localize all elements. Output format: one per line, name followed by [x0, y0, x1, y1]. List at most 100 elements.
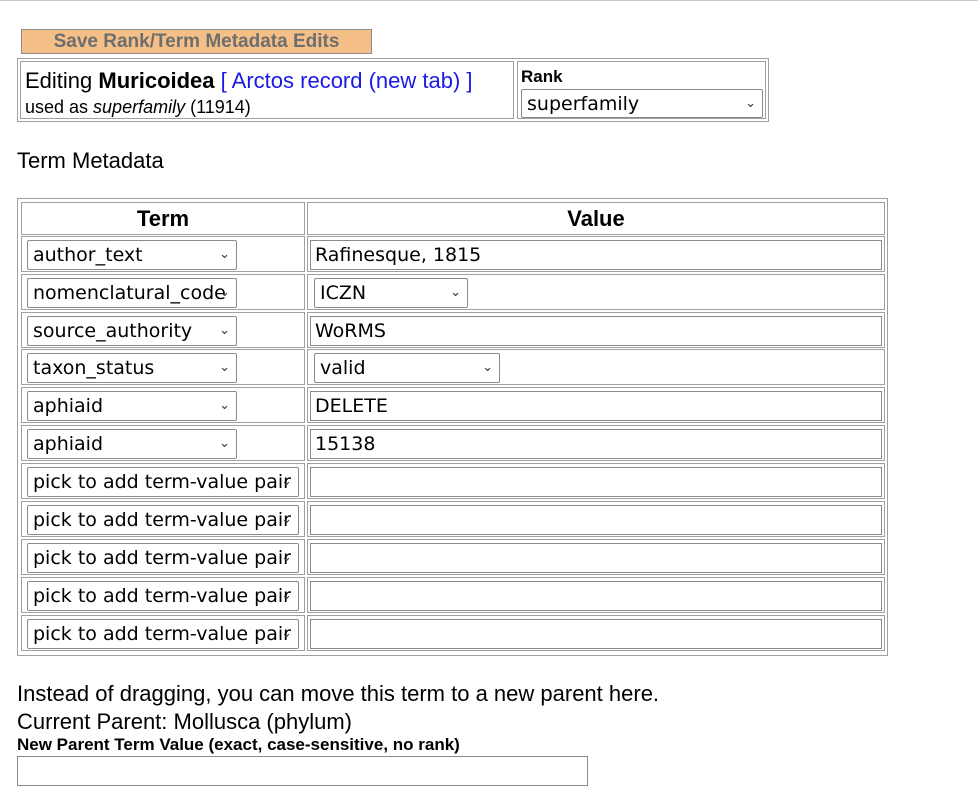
- value-input[interactable]: DELETE: [310, 391, 882, 421]
- value-cell: Rafinesque, 1815: [307, 236, 885, 272]
- editing-prefix: Editing: [25, 68, 99, 93]
- term-name: Muricoidea: [98, 68, 215, 93]
- value-select[interactable]: ICZN ⌄: [314, 278, 468, 308]
- used-as-rank: superfamily: [93, 97, 186, 117]
- term-select-value: aphiaid: [33, 433, 104, 455]
- table-row: aphiaid ⌄ DELETE: [21, 387, 885, 423]
- chevron-down-icon: ⌄: [219, 247, 230, 262]
- chevron-down-icon: ⌄: [281, 626, 292, 641]
- term-select[interactable]: source_authority ⌄: [27, 316, 237, 346]
- table-row: taxon_status ⌄ valid ⌄: [21, 349, 885, 385]
- term-select-value: aphiaid: [33, 395, 104, 417]
- value-input[interactable]: WoRMS: [310, 316, 882, 346]
- chevron-down-icon: ⌄: [450, 285, 461, 300]
- term-select[interactable]: author_text ⌄: [27, 240, 237, 270]
- table-row: pick to add term-value pair ⌄: [21, 539, 885, 575]
- section-title: Term Metadata: [17, 148, 164, 173]
- rank-select-value: superfamily: [527, 93, 640, 115]
- term-select-value: nomenclatural_code: [33, 282, 226, 304]
- term-select[interactable]: pick to add term-value pair ⌄: [27, 467, 299, 497]
- value-cell: [307, 615, 885, 651]
- term-select-value: pick to add term-value pair: [33, 623, 291, 645]
- value-input[interactable]: 15138: [310, 429, 882, 459]
- term-select[interactable]: taxon_status ⌄: [27, 353, 237, 383]
- table-row: nomenclatural_code ⌄ ICZN ⌄: [21, 274, 885, 310]
- table-row: pick to add term-value pair ⌄: [21, 501, 885, 537]
- value-cell: 15138: [307, 425, 885, 461]
- used-as-prefix: used as: [25, 97, 94, 117]
- value-cell: WoRMS: [307, 312, 885, 348]
- term-select-value: source_authority: [33, 320, 193, 342]
- term-select-value: pick to add term-value pair: [33, 547, 291, 569]
- chevron-down-icon: ⌄: [281, 474, 292, 489]
- value-input[interactable]: [310, 505, 882, 535]
- new-parent-label: New Parent Term Value (exact, case-sensi…: [17, 735, 460, 754]
- arctos-record-link[interactable]: [ Arctos record (new tab) ]: [221, 68, 473, 93]
- value-input[interactable]: [310, 581, 882, 611]
- table-row: author_text ⌄ Rafinesque, 1815: [21, 236, 885, 272]
- term-select-value: pick to add term-value pair: [33, 471, 291, 493]
- term-cell: aphiaid ⌄: [21, 425, 305, 461]
- chevron-down-icon: ⌄: [219, 436, 230, 451]
- term-cell: pick to add term-value pair ⌄: [21, 539, 305, 575]
- used-as-line: used as superfamily (11914): [25, 97, 251, 118]
- save-metadata-button[interactable]: Save Rank/Term Metadata Edits: [21, 29, 372, 54]
- value-select-value: ICZN: [320, 282, 367, 304]
- term-select[interactable]: pick to add term-value pair ⌄: [27, 619, 299, 649]
- value-input[interactable]: [310, 619, 882, 649]
- value-select[interactable]: valid ⌄: [314, 353, 500, 383]
- value-cell: ICZN ⌄: [307, 274, 885, 310]
- term-select[interactable]: aphiaid ⌄: [27, 391, 237, 421]
- term-cell: aphiaid ⌄: [21, 387, 305, 423]
- term-cell: pick to add term-value pair ⌄: [21, 615, 305, 651]
- chevron-down-icon: ⌄: [281, 550, 292, 565]
- chevron-down-icon: ⌄: [482, 360, 493, 375]
- table-row: pick to add term-value pair ⌄: [21, 463, 885, 499]
- rank-select[interactable]: superfamily ⌄: [521, 89, 763, 118]
- column-header-value: Value: [307, 202, 885, 235]
- new-parent-input[interactable]: [17, 756, 588, 786]
- column-header-term: Term: [21, 202, 305, 235]
- term-select[interactable]: nomenclatural_code ⌄: [27, 278, 237, 308]
- top-divider: [0, 0, 978, 1]
- value-cell: [307, 539, 885, 575]
- chevron-down-icon: ⌄: [281, 588, 292, 603]
- chevron-down-icon: ⌄: [219, 285, 230, 300]
- term-select-value: author_text: [33, 244, 143, 266]
- term-select[interactable]: pick to add term-value pair ⌄: [27, 543, 299, 573]
- term-select-value: taxon_status: [33, 357, 155, 379]
- value-input[interactable]: Rafinesque, 1815: [310, 240, 882, 270]
- term-cell: author_text ⌄: [21, 236, 305, 272]
- table-row: pick to add term-value pair ⌄: [21, 577, 885, 613]
- chevron-down-icon: ⌄: [281, 512, 292, 527]
- term-select[interactable]: aphiaid ⌄: [27, 429, 237, 459]
- term-cell: pick to add term-value pair ⌄: [21, 463, 305, 499]
- table-row: pick to add term-value pair ⌄: [21, 615, 885, 651]
- chevron-down-icon: ⌄: [219, 360, 230, 375]
- rank-label: Rank: [521, 67, 563, 86]
- current-parent: Current Parent: Mollusca (phylum): [17, 709, 353, 734]
- value-cell: [307, 463, 885, 499]
- term-cell: source_authority ⌄: [21, 312, 305, 348]
- term-select-value: pick to add term-value pair: [33, 509, 291, 531]
- value-input[interactable]: [310, 467, 882, 497]
- editing-info-cell: Editing Muricoidea [ Arctos record (new …: [20, 61, 514, 119]
- value-input[interactable]: [310, 543, 882, 573]
- table-row: aphiaid ⌄ 15138: [21, 425, 885, 461]
- editing-line: Editing Muricoidea [ Arctos record (new …: [25, 68, 473, 94]
- term-cell: taxon_status ⌄: [21, 349, 305, 385]
- rank-cell: Rank superfamily ⌄: [517, 61, 766, 119]
- move-instructions: Instead of dragging, you can move this t…: [17, 681, 660, 706]
- term-select[interactable]: pick to add term-value pair ⌄: [27, 581, 299, 611]
- value-cell: [307, 577, 885, 613]
- term-select[interactable]: pick to add term-value pair ⌄: [27, 505, 299, 535]
- chevron-down-icon: ⌄: [219, 323, 230, 338]
- value-cell: DELETE: [307, 387, 885, 423]
- term-metadata-table: Term Value author_text ⌄ Rafinesque, 1815 n…: [17, 198, 888, 656]
- chevron-down-icon: ⌄: [745, 96, 756, 111]
- value-select-value: valid: [320, 357, 366, 379]
- value-cell: valid ⌄: [307, 349, 885, 385]
- value-cell: [307, 501, 885, 537]
- term-cell: pick to add term-value pair ⌄: [21, 501, 305, 537]
- used-as-count: (11914): [185, 97, 251, 117]
